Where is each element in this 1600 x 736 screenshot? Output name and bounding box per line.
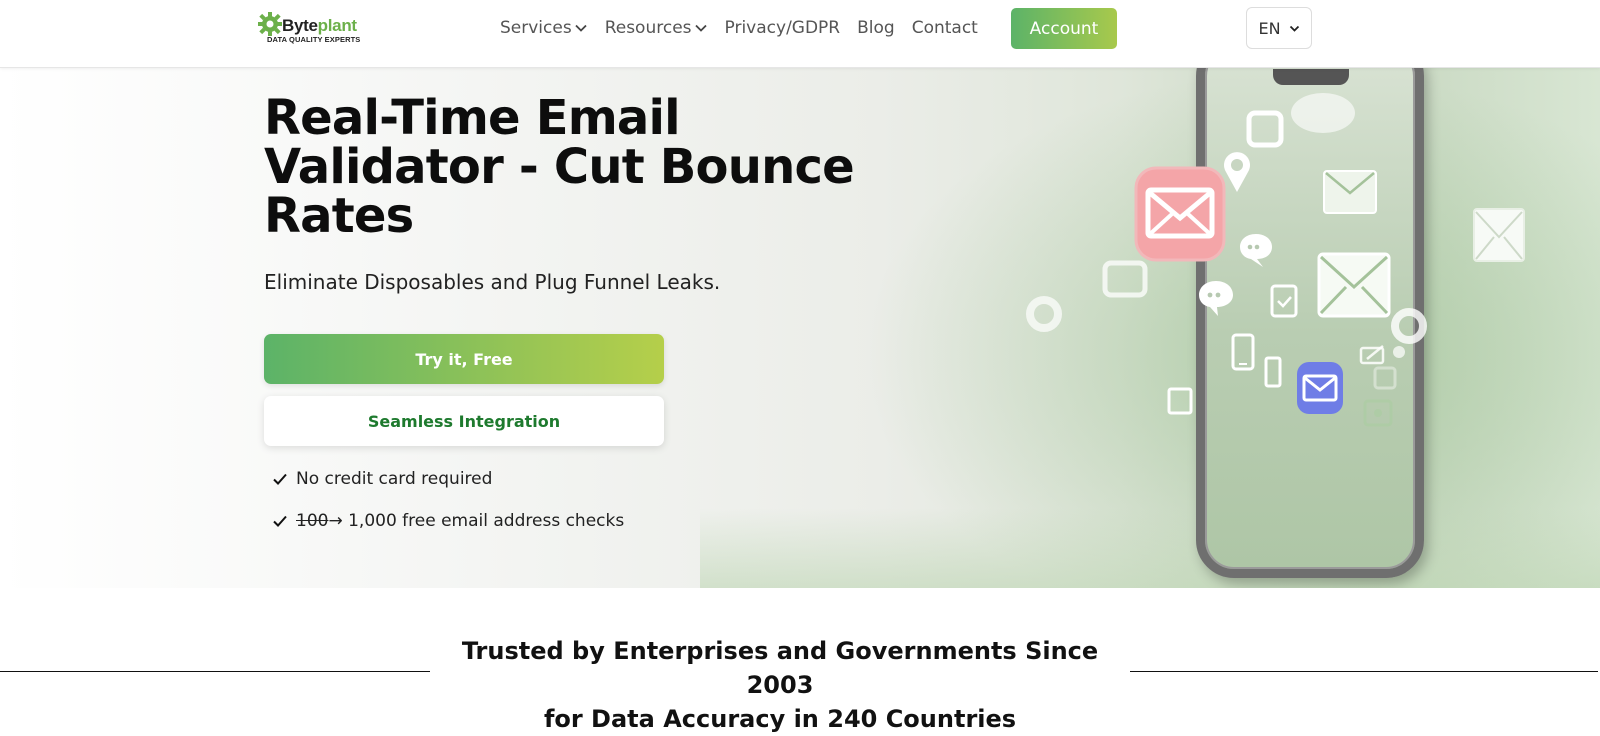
email-red-icon	[1134, 166, 1226, 262]
blurred-pin-icon	[1391, 308, 1427, 358]
old-count-strikethrough: 100	[296, 511, 329, 531]
checkmark-icon	[273, 473, 287, 485]
nav-item-contact[interactable]: Contact	[912, 18, 978, 38]
byteplant-logo[interactable]: Byteplant DATA QUALITY EXPERTS	[258, 12, 368, 46]
divider-right	[1130, 671, 1598, 672]
hero-title: Real-Time Email Validator - Cut Bounce R…	[264, 90, 855, 244]
nav-item-blog[interactable]: Blog	[857, 18, 895, 38]
check-item-label: No credit card required	[296, 469, 493, 489]
email-blue-icon	[1297, 362, 1343, 414]
square-faded-icon	[1102, 260, 1148, 298]
location-pin-icon	[1224, 152, 1250, 192]
trust-heading: Trusted by Enterprises and Governments S…	[430, 634, 1130, 736]
checkmark-icon	[273, 515, 287, 527]
chevron-down-icon	[1289, 25, 1299, 32]
nav-item-label: Services	[500, 18, 572, 38]
hero-floor	[700, 508, 1600, 588]
check-item-label: → 1,000 free email address checks	[328, 511, 625, 531]
nav-item-label: Blog	[857, 18, 895, 38]
hero-subtitle: Eliminate Disposables and Plug Funnel Le…	[264, 270, 721, 294]
language-select[interactable]: EN	[1246, 7, 1312, 49]
check-item-no-credit-card: No credit card required	[272, 469, 492, 489]
site-header: Byteplant DATA QUALITY EXPERTS Services …	[0, 0, 1600, 68]
blurred-pin-icon	[1026, 296, 1062, 332]
nav-item-services[interactable]: Services	[500, 18, 588, 38]
nav-item-resources[interactable]: Resources	[605, 18, 708, 38]
account-button[interactable]: Account	[1011, 8, 1117, 49]
nav-item-label: Privacy/GDPR	[724, 18, 841, 38]
email-small-icon	[1323, 170, 1377, 214]
chevron-down-icon	[575, 24, 587, 32]
nav-item-privacy[interactable]: Privacy/GDPR	[725, 18, 841, 38]
square-faded-icon	[1363, 399, 1393, 427]
check-item-free-checks: 100 → 1,000 free email address checks	[272, 511, 624, 531]
checkbox-icon	[1270, 284, 1298, 318]
trust-line-2: for Data Accuracy in 240 Countries	[543, 705, 1017, 733]
mobile-phone-icon	[1264, 356, 1282, 388]
seamless-integration-button[interactable]: Seamless Integration	[264, 396, 664, 446]
square-icon	[1246, 110, 1284, 148]
email-large-icon	[1317, 252, 1391, 318]
square-faded-icon	[1373, 366, 1397, 390]
try-free-button[interactable]: Try it, Free	[264, 334, 664, 384]
chat-bubble-icon	[1240, 234, 1272, 267]
blurred-blob-icon	[1291, 93, 1355, 133]
chevron-down-icon	[694, 24, 707, 32]
email-right-icon	[1473, 208, 1525, 262]
logo-tagline: DATA QUALITY EXPERTS	[267, 35, 361, 44]
language-value: EN	[1258, 18, 1281, 38]
square-small-icon	[1167, 387, 1193, 415]
edit-icon	[1359, 345, 1385, 365]
nav-item-label: Contact	[911, 18, 978, 38]
main-nav: Services Resources Privacy/GDPR Blog Con…	[500, 15, 995, 41]
trust-section: Trusted by Enterprises and Governments S…	[0, 588, 1600, 733]
nav-item-label: Resources	[604, 18, 692, 38]
chat-bubble-icon	[1199, 281, 1233, 316]
mobile-phone-icon	[1231, 333, 1255, 371]
trust-line-1: Trusted by Enterprises and Governments S…	[461, 637, 1099, 699]
hero-section: Real-Time Email Validator - Cut Bounce R…	[0, 68, 1600, 588]
phone-notch	[1273, 69, 1349, 85]
logo-wordmark: Byteplant	[282, 16, 357, 35]
divider-left	[0, 671, 430, 672]
